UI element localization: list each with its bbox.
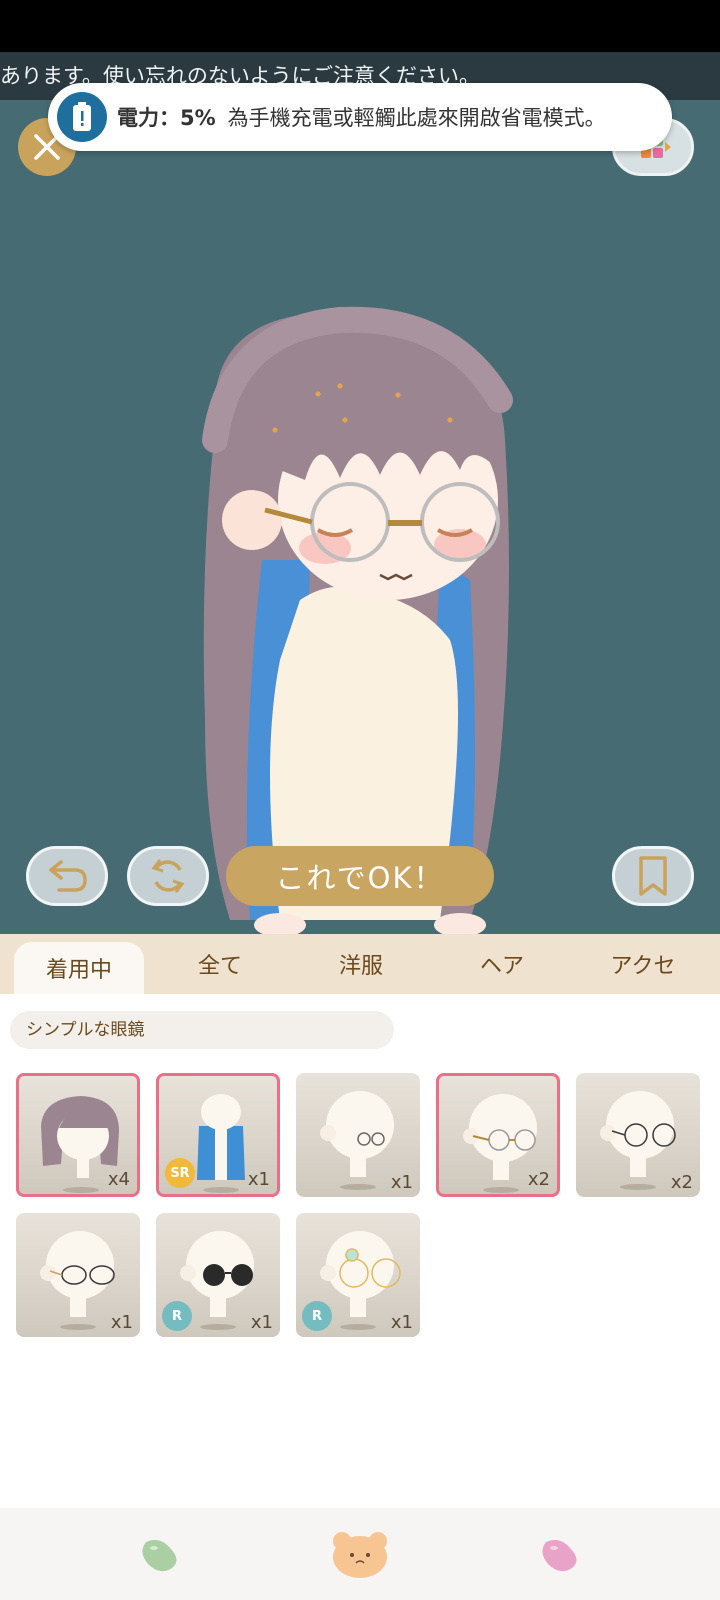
- bookmark-button[interactable]: [612, 846, 694, 906]
- item-tile-hair-braid[interactable]: x4: [16, 1073, 140, 1197]
- confirm-ok-button[interactable]: これでOK！: [226, 846, 494, 906]
- item-count: x2: [527, 1169, 550, 1190]
- item-tile-glasses-gold-round[interactable]: x2: [436, 1073, 560, 1197]
- tab-label: アクセ: [610, 954, 676, 979]
- avatar-stage: [0, 100, 720, 934]
- item-count: x2: [670, 1172, 693, 1193]
- tab-label: 着用中: [45, 958, 112, 983]
- item-count: x1: [247, 1169, 270, 1190]
- tab-label: 全て: [197, 954, 242, 979]
- rarity-badge: R: [162, 1301, 192, 1331]
- nav-item-pink[interactable]: [510, 1508, 610, 1600]
- item-count: x1: [390, 1312, 413, 1333]
- tab-label: ヘア: [479, 954, 524, 979]
- undo-button[interactable]: [26, 846, 108, 906]
- item-count: x1: [250, 1312, 273, 1333]
- undo-icon: [49, 860, 87, 892]
- bear-face-icon: [333, 1532, 387, 1578]
- item-tile-sunglasses-round[interactable]: R x1: [156, 1213, 280, 1337]
- item-count: x1: [110, 1312, 133, 1333]
- item-tile-hair-blue[interactable]: SR x1: [156, 1073, 280, 1197]
- battery-alert-icon: [57, 92, 107, 142]
- rarity-badge: SR: [165, 1158, 195, 1188]
- tab-hair[interactable]: ヘア: [437, 934, 567, 994]
- selected-item-name: シンプルな眼鏡: [10, 1011, 394, 1049]
- item-tile-glasses-oval[interactable]: x1: [16, 1213, 140, 1337]
- tab-all[interactable]: 全て: [155, 934, 285, 994]
- nav-item-home[interactable]: [310, 1508, 410, 1600]
- pink-bean-icon: [542, 1540, 577, 1572]
- item-tile-glasses-small-round[interactable]: x1: [296, 1073, 420, 1197]
- nav-item-green[interactable]: [110, 1508, 210, 1600]
- randomize-button[interactable]: [127, 846, 209, 906]
- green-bean-icon: [142, 1540, 177, 1572]
- item-count: x1: [390, 1172, 413, 1193]
- bookmark-icon: [639, 856, 667, 896]
- status-bar: [0, 0, 720, 52]
- rarity-badge: R: [302, 1301, 332, 1331]
- refresh-icon: [151, 859, 185, 893]
- category-tabs: 着用中 全て 洋服 ヘア アクセ: [0, 934, 720, 994]
- tab-clothes[interactable]: 洋服: [296, 934, 426, 994]
- tab-wearing[interactable]: 着用中: [14, 942, 144, 994]
- battery-level-label: 電力：5%: [117, 106, 216, 130]
- battery-toast[interactable]: 電力：5% 為手機充電或輕觸此處來開啟省電模式。: [48, 83, 672, 151]
- bottom-navigation: [0, 1508, 720, 1600]
- battery-message: 為手機充電或輕觸此處來開啟省電模式。: [227, 106, 606, 130]
- tab-accessories[interactable]: アクセ: [578, 934, 708, 994]
- tab-label: 洋服: [338, 954, 383, 979]
- item-count: x4: [107, 1169, 130, 1190]
- avatar-character: [202, 306, 513, 934]
- item-tile-glasses-thin-round[interactable]: x2: [576, 1073, 700, 1197]
- item-tile-glasses-gold-jewel[interactable]: R x1: [296, 1213, 420, 1337]
